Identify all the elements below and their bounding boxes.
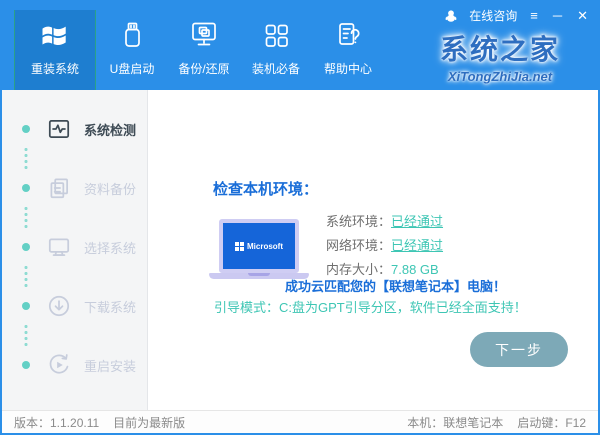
tab-essential-apps[interactable]: 装机必备 bbox=[240, 2, 312, 90]
tab-backup-restore[interactable]: 备份/还原 bbox=[168, 2, 240, 90]
tab-label: 重装系统 bbox=[30, 62, 79, 76]
version-label: 版本：1.1.20.11 bbox=[14, 415, 100, 430]
backup-restore-icon bbox=[186, 17, 222, 53]
laptop-screen: Microsoft bbox=[219, 219, 299, 273]
tab-help-center[interactable]: 帮助中心 bbox=[312, 2, 384, 90]
status-label: 内存大小： bbox=[326, 262, 392, 277]
steps-sidebar: 系统检测 资料备份 选择系统 下载系统 重启安装 bbox=[2, 90, 148, 410]
qq-icon bbox=[444, 9, 458, 23]
microsoft-logo-text: Microsoft bbox=[247, 241, 283, 251]
system-check-icon bbox=[46, 116, 72, 142]
close-button[interactable]: ✕ bbox=[575, 9, 590, 22]
sidebar-step-select-system[interactable]: 选择系统 bbox=[2, 230, 147, 264]
status-value: 已经通过 bbox=[391, 238, 444, 253]
brand-title: 系统之家 bbox=[439, 34, 560, 65]
step-label: 资料备份 bbox=[84, 181, 137, 197]
step-label: 选择系统 bbox=[84, 240, 137, 256]
tab-reinstall-system[interactable]: 重装系统 bbox=[14, 10, 96, 90]
status-value: 7.88 GB bbox=[391, 262, 439, 277]
boot-key-label: 启动键：F12 bbox=[517, 415, 586, 430]
cloud-match-message: 成功云匹配您的【联想笔记本】电脑！ bbox=[285, 279, 507, 294]
step-label: 重启安装 bbox=[84, 358, 137, 374]
menu-icon[interactable]: ≡ bbox=[528, 9, 540, 22]
data-backup-icon bbox=[46, 175, 72, 201]
status-label: 网络环境： bbox=[326, 238, 392, 253]
download-icon bbox=[46, 293, 72, 319]
online-service-link[interactable]: 在线咨询 bbox=[469, 7, 517, 24]
check-environment-title: 检查本机环境： bbox=[213, 181, 319, 198]
tab-label: 装机必备 bbox=[251, 62, 300, 76]
step-label: 下载系统 bbox=[84, 299, 137, 315]
main-panel: 检查本机环境： Microsoft 系统环境：已经通过 网络环境：已经通过 内存… bbox=[148, 90, 598, 410]
usb-drive-icon bbox=[114, 17, 150, 53]
restart-install-icon bbox=[46, 352, 72, 378]
brand-subtitle: XiTongZhiJia.net bbox=[447, 69, 553, 84]
apps-grid-icon bbox=[258, 17, 294, 53]
status-row-network: 网络环境：已经通过 bbox=[326, 237, 443, 261]
tab-label: 备份/还原 bbox=[178, 62, 230, 76]
sidebar-step-download-system[interactable]: 下载系统 bbox=[2, 289, 147, 323]
microsoft-logo-icon bbox=[235, 241, 244, 251]
sidebar-step-data-backup[interactable]: 资料备份 bbox=[2, 171, 147, 205]
help-doc-icon bbox=[330, 17, 366, 53]
next-step-button[interactable]: 下一步 bbox=[470, 332, 568, 367]
version-status: 目前为最新版 bbox=[113, 415, 186, 430]
sidebar-step-restart-install[interactable]: 重启安装 bbox=[2, 348, 147, 382]
tab-usb-boot[interactable]: U盘启动 bbox=[96, 2, 168, 90]
boot-mode-message: 引导模式：C:盘为GPT引导分区，软件已经全面支持！ bbox=[214, 300, 527, 315]
status-bar: 版本：1.1.20.11 目前为最新版 本机：联想笔记本 启动键：F12 bbox=[2, 410, 598, 433]
timeline-dot bbox=[22, 361, 30, 369]
minimize-button[interactable]: ─ bbox=[551, 9, 564, 22]
titlebar-controls: 在线咨询 ≡ ─ ✕ bbox=[444, 7, 590, 24]
timeline-dot bbox=[22, 125, 30, 133]
header: 重装系统 U盘启动 备份/还原 装机必备 帮助中心 在线咨询 ≡ ─ ✕ 系统之… bbox=[2, 2, 598, 90]
tab-label: U盘启动 bbox=[109, 62, 155, 76]
app-window: 重装系统 U盘启动 备份/还原 装机必备 帮助中心 在线咨询 ≡ ─ ✕ 系统之… bbox=[0, 0, 600, 435]
timeline-dots bbox=[24, 324, 28, 348]
timeline-dot bbox=[22, 302, 30, 310]
environment-status-list: 系统环境：已经通过 网络环境：已经通过 内存大小：7.88 GB bbox=[326, 211, 443, 285]
nav-tabs: 重装系统 U盘启动 备份/还原 装机必备 帮助中心 bbox=[14, 2, 384, 90]
timeline-dots bbox=[24, 147, 28, 171]
status-row-system: 系统环境：已经通过 bbox=[326, 213, 443, 237]
select-system-icon bbox=[46, 234, 72, 260]
status-value: 已经通过 bbox=[391, 214, 444, 229]
windows-logo-icon bbox=[37, 17, 73, 53]
machine-label: 本机：联想笔记本 bbox=[407, 415, 504, 430]
tab-label: 帮助中心 bbox=[323, 62, 372, 76]
timeline-dot bbox=[22, 184, 30, 192]
sidebar-step-system-check[interactable]: 系统检测 bbox=[2, 112, 147, 146]
status-label: 系统环境： bbox=[326, 214, 392, 229]
timeline-dots bbox=[24, 206, 28, 230]
timeline-dot bbox=[22, 243, 30, 251]
timeline-dots bbox=[24, 265, 28, 289]
step-label: 系统检测 bbox=[84, 122, 137, 138]
brand-logo: 系统之家 XiTongZhiJia.net bbox=[420, 28, 580, 84]
